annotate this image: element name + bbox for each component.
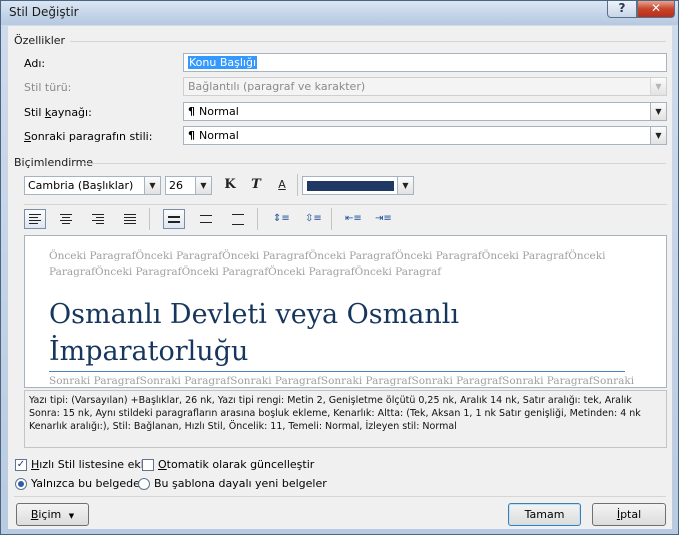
auto-update-label-accel: O bbox=[158, 458, 167, 471]
double-spacing-button[interactable] bbox=[227, 209, 249, 229]
spacing-before-button[interactable]: ⇕≡ bbox=[270, 209, 292, 229]
chevron-down-icon[interactable]: ▼ bbox=[195, 177, 211, 194]
chevron-down-icon[interactable]: ▼ bbox=[650, 103, 666, 120]
quick-style-label: Hızlı Stil listesine ekle bbox=[31, 458, 151, 471]
format-label-post: içim bbox=[38, 508, 62, 521]
font-size-value: 26 bbox=[169, 179, 183, 192]
checkbox-unchecked-icon[interactable] bbox=[142, 458, 154, 471]
italic-button[interactable]: T bbox=[246, 175, 266, 195]
font-size-combo[interactable]: 26 ▼ bbox=[165, 176, 212, 195]
template-documents-radio[interactable]: Bu şablona dayalı yeni belgeler bbox=[138, 477, 327, 490]
dialog-body: Özellikler Adı: Konu Başlığı Stil türü: … bbox=[8, 26, 672, 529]
quick-style-checkbox[interactable]: ✓ Hızlı Stil listesine ekle bbox=[15, 458, 151, 471]
auto-update-checkbox[interactable]: Otomatik olarak güncelleştir bbox=[142, 458, 314, 471]
align-right-button[interactable] bbox=[87, 209, 109, 229]
style-preview: Önceki ParagrafÖnceki ParagrafÖnceki Par… bbox=[24, 235, 667, 388]
only-this-document-label: Yalnızca bu belgede bbox=[31, 477, 140, 490]
name-value: Konu Başlığı bbox=[188, 56, 258, 69]
align-justify-button[interactable] bbox=[119, 209, 141, 229]
toolbar-separator bbox=[149, 208, 150, 230]
formatting-group-label: Biçimlendirme bbox=[14, 156, 94, 169]
style-based-on-label: Stil kaynağı: bbox=[24, 106, 92, 119]
quick-style-label-post: ızlı Stil listesine ekle bbox=[39, 458, 151, 471]
cancel-button[interactable]: İptal bbox=[592, 503, 666, 526]
style-based-on-label-pre: Stil bbox=[24, 106, 45, 119]
next-style-label-post: onraki paragrafın stili: bbox=[30, 130, 153, 143]
properties-group-label: Özellikler bbox=[14, 34, 66, 47]
toolbar-separator bbox=[297, 174, 298, 196]
dialog-title: Stil Değiştir bbox=[9, 5, 79, 19]
decrease-indent-button[interactable]: ⇤≡ bbox=[342, 209, 364, 229]
paragraph-mark-icon: ¶ bbox=[188, 105, 195, 118]
chevron-down-icon: ▼ bbox=[650, 78, 666, 95]
font-color-combo[interactable]: ▼ bbox=[302, 176, 414, 195]
preview-heading: Osmanlı Devleti veya Osmanlı İmparatorlu… bbox=[49, 299, 460, 367]
toolbar-divider bbox=[24, 204, 667, 205]
properties-divider bbox=[70, 41, 666, 42]
name-field[interactable]: Konu Başlığı bbox=[183, 53, 667, 72]
name-label: Adı: bbox=[24, 57, 46, 70]
auto-update-label: Otomatik olarak güncelleştir bbox=[158, 458, 314, 471]
align-left-button[interactable] bbox=[24, 209, 46, 229]
radio-selected-icon[interactable] bbox=[15, 477, 27, 490]
font-name-combo[interactable]: Cambria (Başlıklar) ▼ bbox=[24, 176, 161, 195]
preview-next-paragraph: Sonraki ParagrafSonraki ParagrafSonraki … bbox=[49, 375, 635, 387]
one-half-spacing-button[interactable] bbox=[195, 209, 217, 229]
footer-divider bbox=[14, 496, 666, 497]
next-style-dropdown[interactable]: ¶ Normal ▼ bbox=[183, 126, 667, 145]
toolbar-separator bbox=[331, 208, 332, 230]
spacing-after-button[interactable]: ⇳≡ bbox=[302, 209, 324, 229]
style-type-value: Bağlantılı (paragraf ve karakter) bbox=[188, 80, 366, 93]
increase-indent-button[interactable]: ⇥≡ bbox=[372, 209, 394, 229]
help-button[interactable]: ? bbox=[607, 1, 637, 18]
underline-button[interactable]: A bbox=[272, 175, 292, 195]
cancel-label-post: ptal bbox=[620, 508, 642, 521]
modify-style-dialog: Stil Değiştir ? ✕ Özellikler Adı: Konu B… bbox=[0, 0, 679, 535]
chevron-down-icon[interactable]: ▼ bbox=[144, 177, 160, 194]
preview-previous-paragraph: Önceki ParagrafÖnceki ParagrafÖnceki Par… bbox=[49, 250, 606, 278]
single-spacing-button[interactable] bbox=[163, 209, 185, 229]
template-documents-label: Bu şablona dayalı yeni belgeler bbox=[154, 477, 327, 490]
preview-bottom-border bbox=[49, 371, 625, 372]
checkbox-checked-icon[interactable]: ✓ bbox=[15, 458, 27, 471]
chevron-down-icon[interactable]: ▼ bbox=[397, 177, 413, 194]
chevron-down-icon[interactable]: ▼ bbox=[650, 127, 666, 144]
ok-button[interactable]: Tamam bbox=[508, 503, 581, 526]
title-bar[interactable]: Stil Değiştir ? ✕ bbox=[1, 1, 678, 25]
auto-update-label-post: tomatik olarak güncelleştir bbox=[166, 458, 315, 471]
next-style-label: Sonraki paragrafın stili: bbox=[24, 130, 152, 143]
style-type-label: Stil türü: bbox=[24, 81, 72, 94]
close-button[interactable]: ✕ bbox=[637, 1, 675, 18]
next-style-value: Normal bbox=[199, 129, 239, 142]
only-this-document-radio[interactable]: Yalnızca bu belgede bbox=[15, 477, 140, 490]
toolbar-separator bbox=[257, 208, 258, 230]
style-based-on-dropdown[interactable]: ¶ Normal ▼ bbox=[183, 102, 667, 121]
style-type-dropdown: Bağlantılı (paragraf ve karakter) ▼ bbox=[183, 77, 667, 96]
align-center-button[interactable] bbox=[55, 209, 77, 229]
font-name-value: Cambria (Başlıklar) bbox=[28, 179, 134, 192]
dropdown-arrow-icon: ▼ bbox=[68, 512, 75, 520]
radio-unselected-icon[interactable] bbox=[138, 477, 150, 490]
next-style-label-accel: S bbox=[24, 130, 31, 143]
font-color-swatch bbox=[307, 181, 394, 191]
formatting-divider bbox=[84, 163, 666, 164]
style-description: Yazı tipi: (Varsayılan) +Başlıklar, 26 n… bbox=[24, 390, 667, 448]
format-menu-button[interactable]: Biçim ▼ bbox=[16, 503, 89, 526]
style-based-on-value: Normal bbox=[199, 105, 239, 118]
style-based-on-label-post: aynağı: bbox=[51, 106, 92, 119]
paragraph-mark-icon: ¶ bbox=[188, 129, 195, 142]
bold-button[interactable]: K bbox=[220, 175, 240, 195]
